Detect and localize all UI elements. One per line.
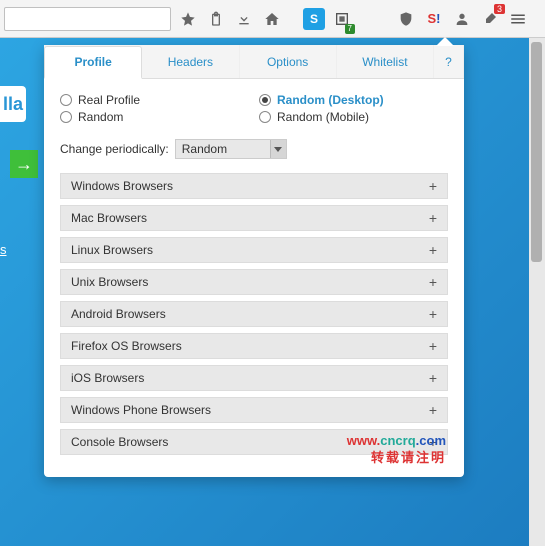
home-icon[interactable] bbox=[261, 8, 283, 30]
expand-icon: + bbox=[429, 242, 437, 258]
url-input[interactable] bbox=[4, 7, 171, 31]
browser-sections: Windows Browsers + Mac Browsers + Linux Br… bbox=[60, 173, 448, 455]
page-logo-fragment: lla bbox=[0, 86, 26, 122]
radio-icon bbox=[259, 94, 271, 106]
brush-icon[interactable]: 3 bbox=[479, 8, 501, 30]
chevron-down-icon bbox=[270, 140, 286, 158]
expand-icon: + bbox=[429, 178, 437, 194]
period-row: Change periodically: Random bbox=[60, 139, 448, 159]
section-firefoxos[interactable]: Firefox OS Browsers + bbox=[60, 333, 448, 359]
skype-icon[interactable]: S bbox=[303, 8, 325, 30]
section-label: Android Browsers bbox=[71, 307, 166, 321]
tab-help[interactable]: ? bbox=[434, 45, 464, 78]
period-label: Change periodically: bbox=[60, 142, 169, 156]
section-label: iOS Browsers bbox=[71, 371, 144, 385]
panel-arrow-icon bbox=[436, 37, 454, 46]
tab-profile[interactable]: Profile bbox=[44, 46, 142, 79]
section-android[interactable]: Android Browsers + bbox=[60, 301, 448, 327]
section-mac[interactable]: Mac Browsers + bbox=[60, 205, 448, 231]
watermark-url: www.cncrq.com bbox=[347, 433, 446, 450]
radio-label: Real Profile bbox=[78, 93, 140, 107]
go-button[interactable]: → bbox=[10, 150, 38, 178]
radio-icon bbox=[60, 111, 72, 123]
section-windows[interactable]: Windows Browsers + bbox=[60, 173, 448, 199]
download-icon[interactable] bbox=[233, 8, 255, 30]
tab-headers[interactable]: Headers bbox=[142, 45, 239, 78]
section-linux[interactable]: Linux Browsers + bbox=[60, 237, 448, 263]
hamburger-icon[interactable] bbox=[507, 8, 529, 30]
radio-icon bbox=[60, 94, 72, 106]
profile-radio-group: Real Profile Random Random (Desktop) Ran… bbox=[60, 93, 448, 127]
panel-tabs: Profile Headers Options Whitelist ? bbox=[44, 45, 464, 79]
radio-random-mobile[interactable]: Random (Mobile) bbox=[259, 110, 448, 124]
expand-icon: + bbox=[429, 274, 437, 290]
watermark: www.cncrq.com 转载请注明 bbox=[347, 433, 446, 467]
section-label: Unix Browsers bbox=[71, 275, 148, 289]
radio-label: Random (Mobile) bbox=[277, 110, 369, 124]
stray-link[interactable]: s bbox=[0, 242, 7, 257]
clipboard-icon[interactable] bbox=[205, 8, 227, 30]
extension-badge: 7 bbox=[345, 24, 355, 34]
star-icon[interactable] bbox=[177, 8, 199, 30]
section-label: Windows Browsers bbox=[71, 179, 173, 193]
panel-body: Real Profile Random Random (Desktop) Ran… bbox=[44, 79, 464, 477]
section-label: Console Browsers bbox=[71, 435, 168, 449]
tab-whitelist[interactable]: Whitelist bbox=[337, 45, 434, 78]
scrollbar-thumb[interactable] bbox=[531, 42, 542, 262]
tab-options[interactable]: Options bbox=[240, 45, 337, 78]
section-label: Firefox OS Browsers bbox=[71, 339, 182, 353]
radio-random[interactable]: Random bbox=[60, 110, 249, 124]
expand-icon: + bbox=[429, 370, 437, 386]
section-wp[interactable]: Windows Phone Browsers + bbox=[60, 397, 448, 423]
expand-icon: + bbox=[429, 210, 437, 226]
account-icon[interactable] bbox=[451, 8, 473, 30]
expand-icon: + bbox=[429, 306, 437, 322]
browser-toolbar: S 7 S! 3 bbox=[0, 0, 545, 38]
radio-icon bbox=[259, 111, 271, 123]
brush-badge: 3 bbox=[494, 4, 505, 15]
section-ios[interactable]: iOS Browsers + bbox=[60, 365, 448, 391]
vertical-scrollbar[interactable] bbox=[529, 38, 545, 546]
period-dropdown[interactable]: Random bbox=[175, 139, 287, 159]
toolbar-icons: S 7 S! 3 bbox=[177, 8, 529, 30]
extension-panel: Profile Headers Options Whitelist ? Real… bbox=[44, 45, 464, 477]
s-bang-icon[interactable]: S! bbox=[423, 8, 445, 30]
extension-icon[interactable]: 7 bbox=[331, 8, 353, 30]
radio-real-profile[interactable]: Real Profile bbox=[60, 93, 249, 107]
section-unix[interactable]: Unix Browsers + bbox=[60, 269, 448, 295]
radio-random-desktop[interactable]: Random (Desktop) bbox=[259, 93, 448, 107]
section-label: Windows Phone Browsers bbox=[71, 403, 211, 417]
expand-icon: + bbox=[429, 338, 437, 354]
dropdown-value: Random bbox=[176, 142, 227, 156]
radio-label: Random (Desktop) bbox=[277, 93, 384, 107]
section-label: Linux Browsers bbox=[71, 243, 153, 257]
watermark-note: 转载请注明 bbox=[347, 450, 446, 467]
radio-label: Random bbox=[78, 110, 123, 124]
section-label: Mac Browsers bbox=[71, 211, 147, 225]
expand-icon: + bbox=[429, 402, 437, 418]
ublock-icon[interactable] bbox=[395, 8, 417, 30]
